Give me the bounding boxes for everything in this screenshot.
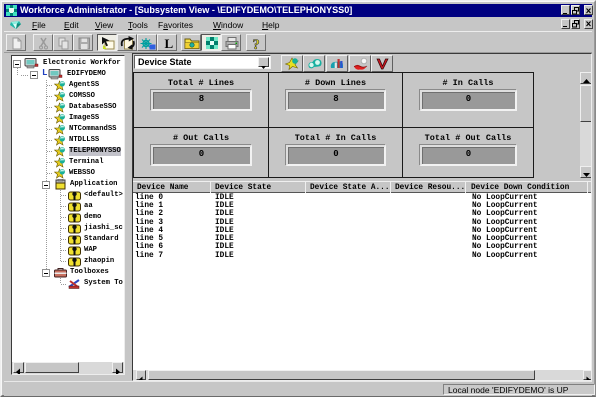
svg-text:?: ? [253,37,260,51]
svg-text:L: L [165,36,174,51]
